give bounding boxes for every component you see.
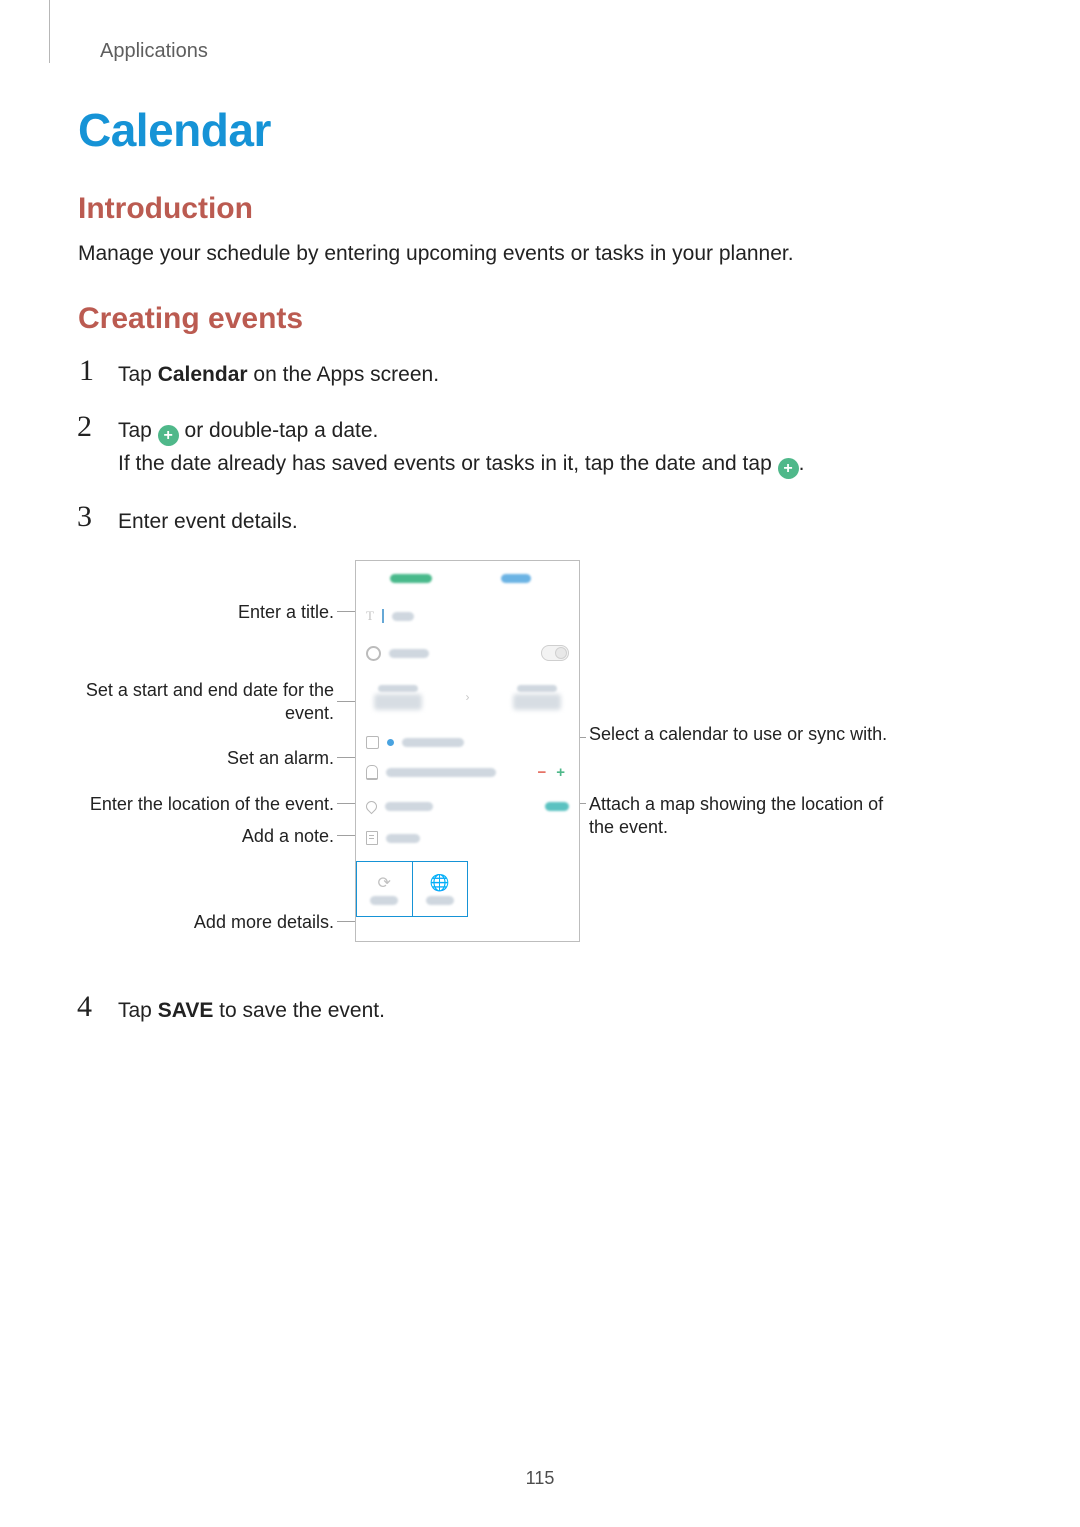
section-heading-creating-events: Creating events (78, 302, 303, 336)
step-body-2: Tap + or double-tap a date. If the date … (118, 415, 804, 480)
event-editor-mockup: T › (355, 560, 580, 942)
callout-dates: Set a start and end date for the event. (74, 679, 334, 724)
clock-icon (366, 646, 381, 661)
repeat-icon: ⟳ (378, 873, 391, 893)
mock-location-row (356, 795, 579, 817)
step2-line2-post: . (799, 452, 805, 475)
mock-note-row (356, 827, 579, 849)
mock-map-button (545, 802, 569, 811)
section-heading-introduction: Introduction (78, 192, 253, 226)
plus-icon: + (158, 425, 179, 446)
minus-icon: − (537, 764, 546, 781)
bell-icon (366, 765, 378, 780)
step-number-3: 3 (77, 500, 92, 534)
step1-bold: Calendar (158, 363, 248, 386)
mock-calendar-row (356, 731, 579, 753)
breadcrumb: Applications (100, 40, 208, 63)
mock-alarm-row: − + (356, 761, 579, 783)
mock-date-range: › (356, 674, 579, 720)
calendar-icon (366, 736, 379, 749)
pin-icon (364, 798, 380, 814)
step2-line2-pre: If the date already has saved events or … (118, 452, 778, 475)
intro-paragraph: Manage your schedule by entering upcomin… (78, 240, 794, 268)
mock-more-details-box: ⟳ 🌐 (356, 861, 468, 917)
step-number-2: 2 (77, 410, 92, 444)
step-number-4: 4 (77, 990, 92, 1024)
page-title: Calendar (78, 103, 271, 157)
callout-alarm: Set an alarm. (74, 747, 334, 770)
mock-note-label (386, 834, 420, 843)
mock-save-button (501, 574, 531, 583)
step2-line1-post: or double-tap a date. (179, 419, 379, 442)
step4-pre: Tap (118, 999, 158, 1022)
note-icon (366, 831, 378, 845)
mock-placeholder (392, 612, 414, 621)
callout-location: Enter the location of the event. (74, 793, 334, 816)
margin-guide (49, 0, 50, 63)
mock-start-time (374, 685, 422, 710)
event-editor-diagram: Enter a title. Set a start and end date … (74, 555, 944, 965)
step4-post: to save the event. (213, 999, 385, 1022)
callout-note: Add a note. (74, 825, 334, 848)
mock-topbar (356, 567, 579, 589)
calendar-color-dot-icon (387, 739, 394, 746)
mock-location-label (385, 802, 433, 811)
mock-allday-label (389, 649, 429, 658)
mock-calendar-label (402, 738, 464, 747)
step2-line1-pre: Tap (118, 419, 158, 442)
toggle-icon (541, 645, 569, 661)
mock-end-time (513, 685, 561, 710)
globe-icon: 🌐 (430, 873, 450, 893)
text-icon: T (366, 608, 374, 624)
mock-timezone-cell: 🌐 (412, 862, 468, 916)
chevron-right-icon: › (466, 690, 470, 704)
step-body-1: Tap Calendar on the Apps screen. (118, 359, 439, 392)
text-cursor (382, 609, 384, 623)
mock-allday-row (356, 641, 579, 665)
callout-title: Enter a title. (74, 601, 334, 624)
page-number: 115 (0, 1468, 1080, 1489)
mock-title-field: T (356, 605, 579, 627)
step-body-3: Enter event details. (118, 506, 298, 539)
step-body-4: Tap SAVE to save the event. (118, 995, 385, 1028)
plus-outline-icon: + (556, 764, 565, 781)
mock-repeat-cell: ⟳ (357, 862, 412, 916)
step-number-1: 1 (79, 354, 94, 388)
step4-bold: SAVE (158, 999, 214, 1022)
mock-cancel-button (390, 574, 432, 583)
callout-more: Add more details. (74, 911, 334, 934)
step1-post: on the Apps screen. (248, 363, 439, 386)
mock-alarm-label (386, 768, 496, 777)
plus-icon: + (778, 458, 799, 479)
step1-pre: Tap (118, 363, 158, 386)
callout-map: Attach a map showing the location of the… (589, 793, 899, 838)
document-page: Applications Calendar Introduction Manag… (0, 0, 1080, 1527)
callout-calendar: Select a calendar to use or sync with. (589, 723, 899, 746)
